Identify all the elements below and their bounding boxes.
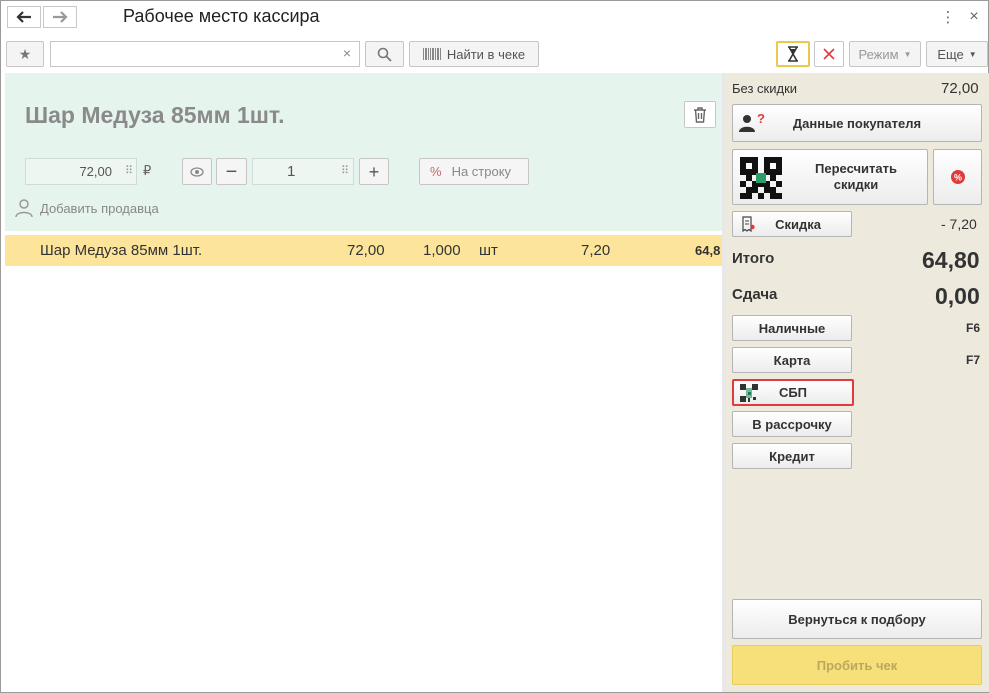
total-label: Итого: [732, 250, 775, 267]
row-unit: шт: [479, 242, 498, 259]
currency-label: ₽: [143, 163, 152, 178]
print-receipt-label: Пробить чек: [816, 657, 898, 673]
receipt-discount-icon: [742, 216, 755, 232]
pay-credit-label: Кредит: [769, 448, 815, 464]
pay-card-label: Карта: [773, 352, 811, 368]
add-seller-label: Добавить продавца: [40, 201, 159, 216]
back-to-selection-button[interactable]: Вернуться к подбору: [732, 599, 982, 639]
find-in-receipt-button[interactable]: Найти в чеке: [409, 41, 539, 67]
person-icon: [15, 199, 33, 218]
change-value: 0,00: [935, 283, 980, 309]
discount-percent-icon: %: [950, 170, 965, 184]
hourglass-icon: [788, 46, 798, 62]
forward-button[interactable]: [43, 6, 77, 28]
no-discount-value: 72,00: [941, 80, 979, 97]
row-sum: 64,8: [695, 243, 721, 258]
percent-icon: %: [430, 164, 442, 179]
pay-installment-button[interactable]: В рассрочку: [732, 411, 852, 437]
svg-text:%: %: [953, 173, 961, 183]
arrow-right-icon: [53, 11, 68, 23]
increase-quantity-button[interactable]: +: [359, 158, 389, 185]
arrow-left-icon: [16, 11, 31, 23]
trash-icon: [694, 106, 706, 123]
print-receipt-button[interactable]: Пробить чек: [732, 645, 982, 685]
row-price: 72,00: [347, 242, 385, 259]
find-in-receipt-label: Найти в чеке: [446, 46, 526, 62]
row-qty: 1,000: [423, 242, 461, 259]
calculator-icon[interactable]: ⠿: [341, 164, 349, 177]
customer-data-button[interactable]: ? Данные покупателя: [732, 104, 982, 142]
recalc-discounts-button[interactable]: Пересчитать скидки: [732, 149, 928, 205]
discount-button[interactable]: Скидка: [732, 211, 852, 237]
search-icon: [377, 47, 392, 62]
pay-sbp-label: СБП: [778, 385, 808, 400]
row-discount: 7,20: [581, 242, 611, 259]
pay-sbp-button[interactable]: СБП: [732, 379, 854, 406]
svg-text:?: ?: [757, 113, 765, 126]
cancel-receipt-button[interactable]: [814, 41, 844, 67]
more-vertical-icon[interactable]: ⋮: [940, 8, 956, 26]
delete-button[interactable]: [684, 101, 716, 128]
product-title: Шар Медуза 85мм 1шт.: [25, 102, 285, 128]
pay-credit-button[interactable]: Кредит: [732, 443, 852, 469]
discount-to-row-button[interactable]: % На строку: [419, 158, 529, 185]
quantity-field[interactable]: 1 ⠿: [252, 158, 354, 185]
discount-value: - 7,20: [941, 216, 977, 232]
no-discount-label: Без скидки: [732, 81, 798, 96]
sbp-qr-icon: [740, 384, 758, 402]
eye-icon: [190, 166, 204, 177]
cash-shortcut: F6: [966, 321, 981, 335]
star-icon: ★: [18, 45, 32, 62]
total-value: 64,80: [922, 247, 980, 273]
mode-dropdown[interactable]: Режим ▼: [849, 41, 921, 67]
discount-to-row-label: На строку: [451, 164, 512, 179]
close-icon[interactable]: ×: [966, 8, 982, 26]
back-button[interactable]: [7, 6, 41, 28]
favorites-button[interactable]: ★: [6, 41, 44, 67]
qr-code-icon: [740, 157, 782, 199]
minus-icon: −: [225, 160, 238, 183]
card-shortcut: F7: [966, 353, 981, 367]
price-field[interactable]: 72,00 ⠿: [25, 158, 137, 185]
hourglass-button[interactable]: [776, 41, 810, 67]
pay-cash-label: Наличные: [758, 320, 826, 336]
pay-installment-label: В рассрочку: [752, 416, 832, 432]
mode-label: Режим: [858, 46, 899, 62]
customer-data-label: Данные покупателя: [792, 115, 922, 131]
calculator-icon[interactable]: ⠿: [125, 164, 133, 177]
search-input[interactable]: ×: [50, 41, 360, 67]
barcode-icon: [422, 48, 441, 60]
page-title: Рабочее место кассира: [123, 6, 320, 26]
recalc-discounts-label: Пересчитать скидки: [815, 161, 897, 192]
row-name: Шар Медуза 85мм 1шт.: [40, 242, 203, 259]
pay-card-button[interactable]: Карта: [732, 347, 852, 373]
chevron-down-icon: ▼: [968, 49, 977, 59]
change-label: Сдача: [732, 286, 778, 303]
quantity-value: 1: [287, 163, 296, 180]
discount-card-button[interactable]: %: [933, 149, 982, 205]
decrease-quantity-button[interactable]: −: [216, 158, 247, 185]
customer-unknown-icon: ?: [739, 113, 765, 132]
chevron-down-icon: ▼: [903, 49, 912, 59]
more-label: Еще: [937, 46, 964, 62]
clear-search-icon[interactable]: ×: [343, 45, 351, 61]
search-button[interactable]: [365, 41, 404, 67]
show-button[interactable]: [182, 158, 212, 185]
table-row[interactable]: Шар Медуза 85мм 1шт. 72,00 1,000 шт 7,20…: [5, 235, 722, 266]
plus-icon: +: [368, 161, 380, 182]
price-value: 72,00: [79, 164, 112, 179]
back-to-selection-label: Вернуться к подбору: [788, 611, 926, 627]
more-dropdown[interactable]: Еще ▼: [926, 41, 988, 67]
close-red-icon: [823, 48, 835, 60]
pay-cash-button[interactable]: Наличные: [732, 315, 852, 341]
discount-label: Скидка: [775, 216, 821, 232]
